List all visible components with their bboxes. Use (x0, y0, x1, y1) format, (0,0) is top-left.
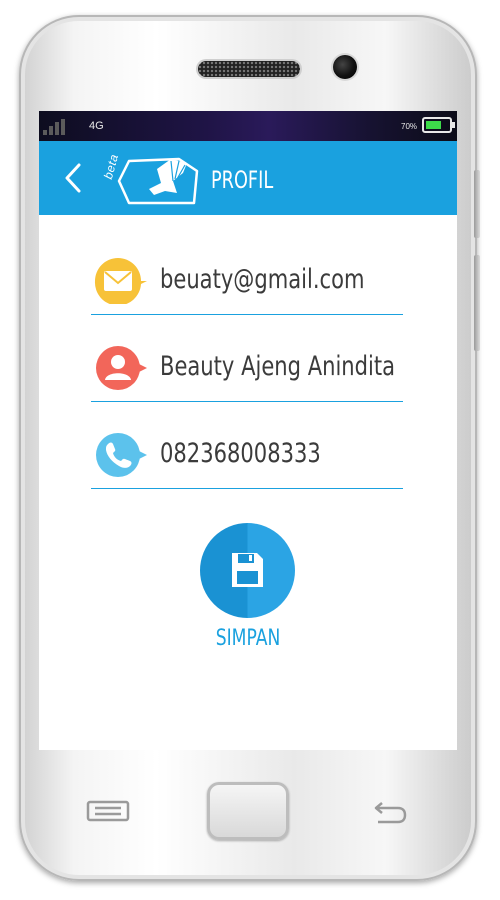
back-button[interactable] (59, 161, 89, 195)
battery-percent: 70% (401, 122, 418, 131)
page-title: PROFIL (211, 166, 274, 194)
name-value: Beauty Ajeng Anindita (160, 351, 396, 382)
battery-level (426, 121, 441, 129)
battery-icon (422, 117, 455, 133)
save-label: SIMPAN (215, 626, 281, 651)
phone-screen: 4G 70% beta PROFIL beuaty@gmail.com Beau… (39, 111, 457, 750)
email-value: beuaty@gmail.com (160, 264, 365, 295)
home-button[interactable] (207, 782, 289, 840)
network-type: 4G (89, 120, 104, 132)
phone-value: 082368008333 (160, 438, 321, 469)
signal-bars-icon (43, 119, 65, 135)
phone-field[interactable]: 082368008333 (91, 422, 403, 489)
email-field[interactable]: beuaty@gmail.com (91, 248, 403, 315)
mail-icon (94, 258, 147, 304)
front-camera (333, 55, 357, 79)
name-field[interactable]: Beauty Ajeng Anindita (91, 335, 403, 402)
chevron-left-icon (65, 163, 81, 193)
menu-icon[interactable] (86, 800, 130, 822)
save-icon (232, 553, 263, 587)
user-icon (96, 346, 147, 390)
status-bar: 4G 70% (39, 111, 457, 141)
back-arrow-icon[interactable] (372, 797, 408, 827)
app-header: beta PROFIL (39, 141, 457, 215)
phone-icon (96, 433, 147, 477)
power-button[interactable] (474, 255, 480, 351)
earpiece-speaker (198, 61, 300, 77)
volume-button[interactable] (474, 170, 480, 238)
save-button[interactable] (200, 523, 295, 618)
